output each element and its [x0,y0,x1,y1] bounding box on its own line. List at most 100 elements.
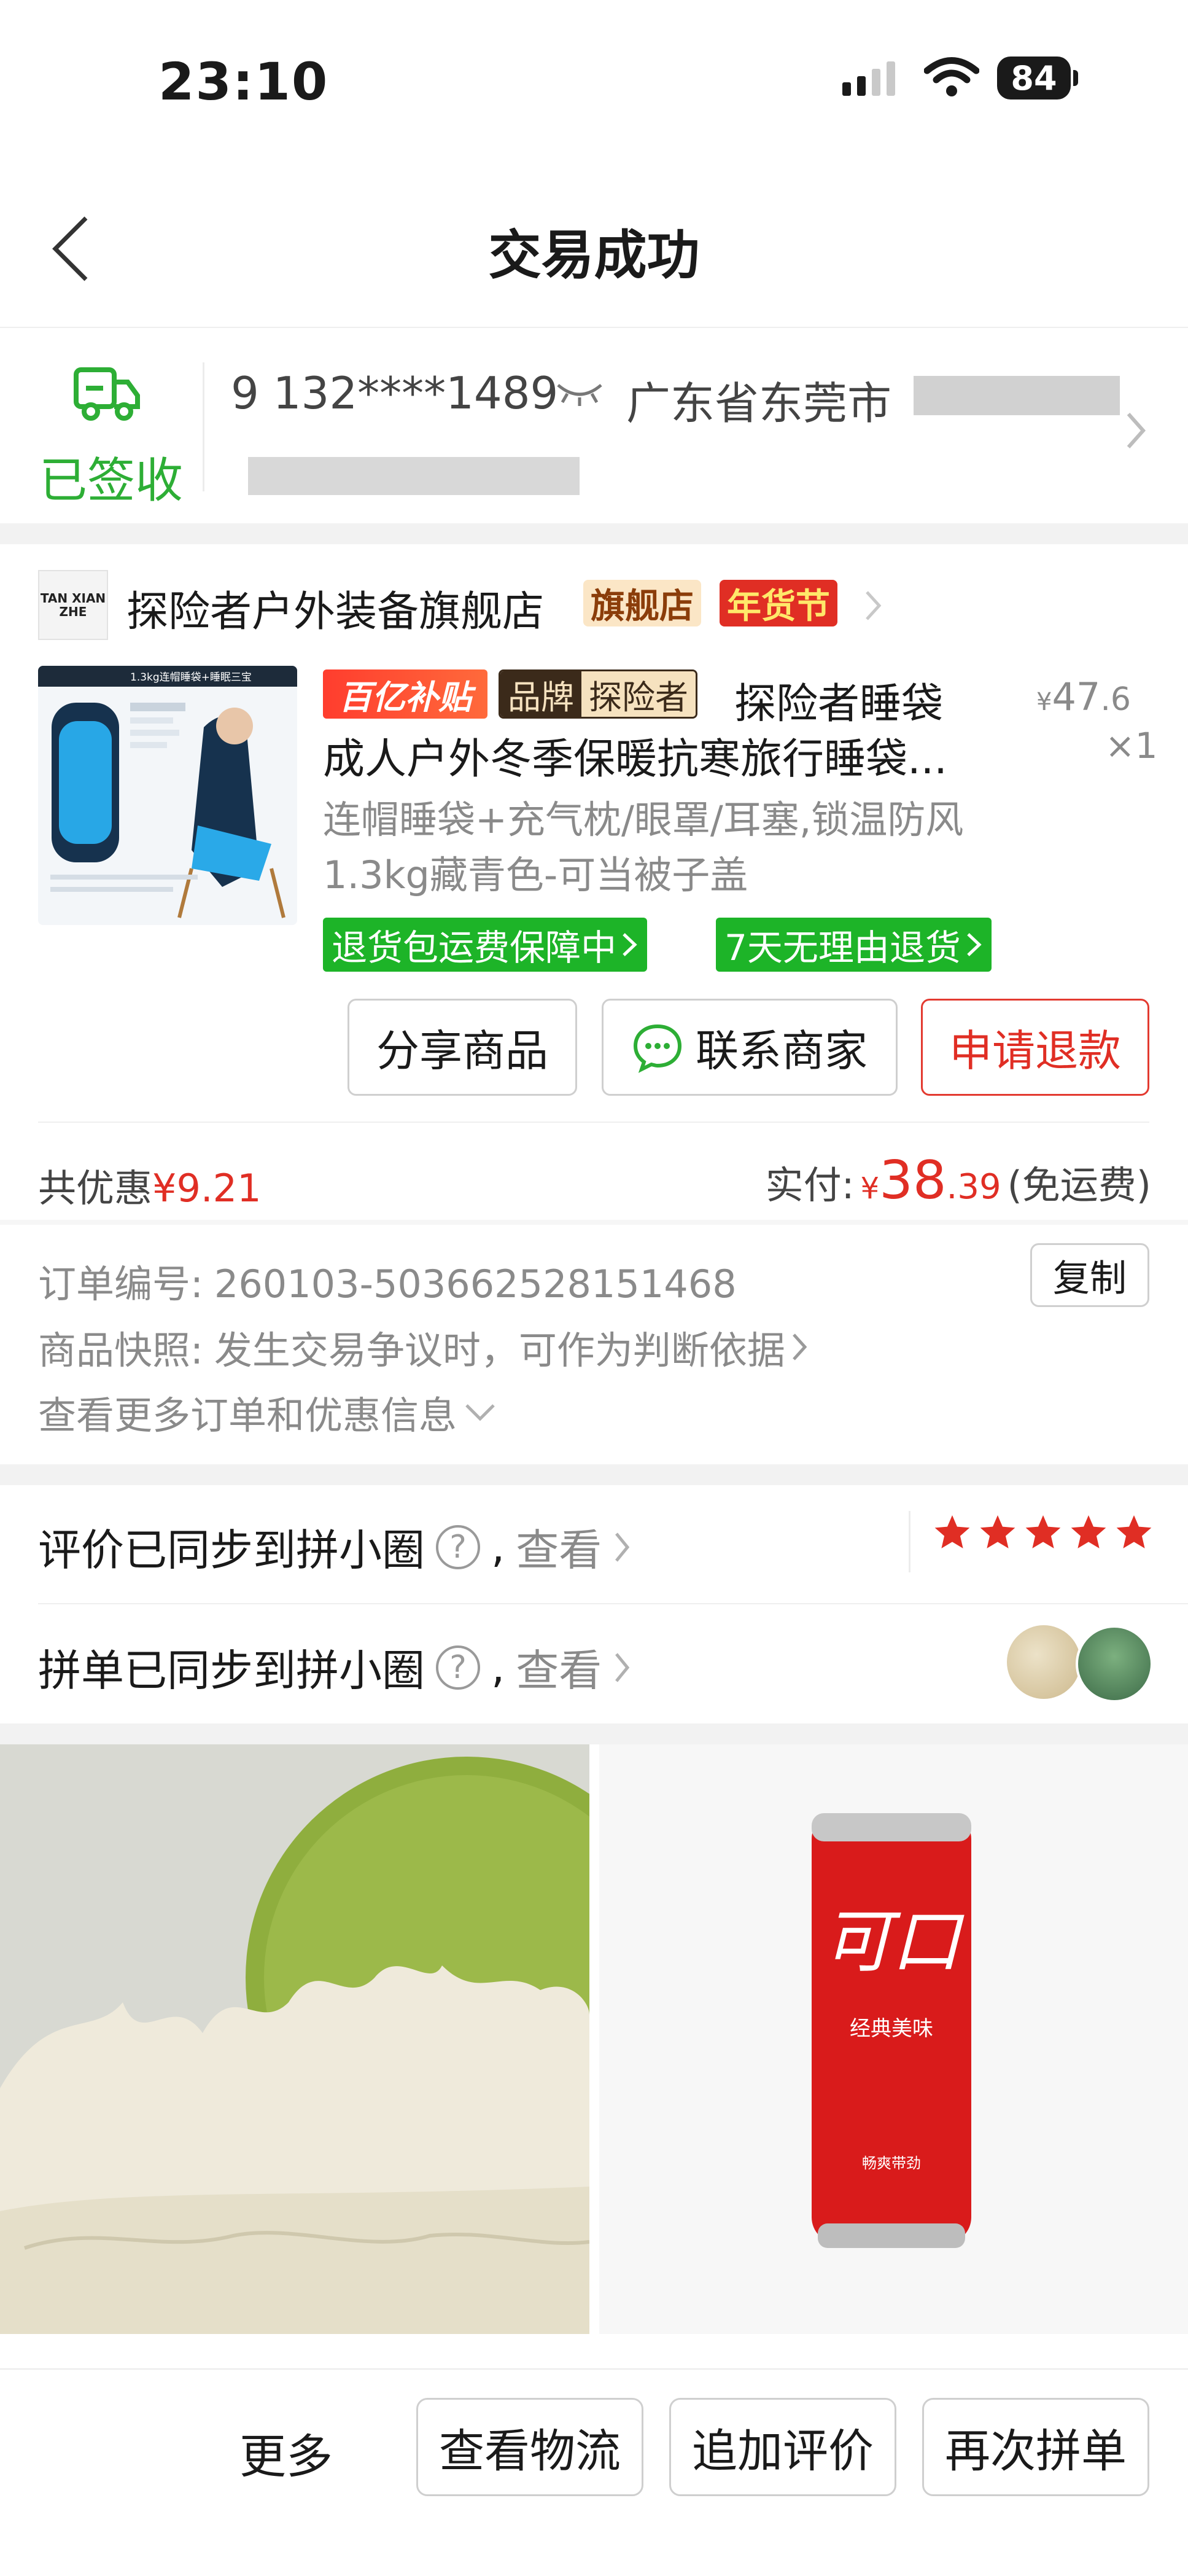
price-currency: ¥ [1036,688,1052,716]
brand-badge-label: 品牌 [500,671,581,717]
chevron-right-icon [967,933,982,956]
chevron-right-icon [793,1333,807,1360]
snapshot-text: 发生交易争议时，可作为判断依据 [214,1328,785,1373]
rating-stars [932,1512,1154,1553]
product-title-line1[interactable]: 探险者睡袋 [734,669,943,730]
more-order-info-label: 查看更多订单和优惠信息 [38,1393,457,1438]
recipient-phone: 9 132****1489 [231,367,559,419]
service-tag-7day[interactable]: 7天无理由退货 [716,918,992,972]
sync-comma: , [491,1642,505,1693]
discount-summary: 共优惠¥9.21 [38,1157,262,1212]
group-view-link[interactable]: 查看 [516,1636,602,1698]
section-gap [0,1723,1188,1744]
price-dec: .6 [1100,681,1131,718]
sync-comma: , [491,1521,505,1572]
share-product-button[interactable]: 分享商品 [347,999,577,1096]
sync-divider [38,1603,1188,1604]
delivery-truck-icon [72,364,141,427]
request-refund-button[interactable]: 申请退款 [921,999,1149,1096]
star-icon [1025,1515,1061,1548]
wifi-icon [923,55,980,101]
avatar[interactable] [1007,1625,1081,1699]
star-icon [1116,1515,1152,1548]
paid-currency: ¥ [860,1171,880,1206]
contact-merchant-button[interactable]: 联系商家 [602,999,898,1096]
payment-divider [38,1122,1149,1123]
contact-merchant-label: 联系商家 [696,1025,868,1076]
snapshot-row[interactable]: 商品快照: 发生交易争议时，可作为判断依据 [38,1319,809,1375]
section-gap [0,523,1188,544]
store-logo[interactable]: TAN XIAN ZHE [38,570,108,640]
discount-label: 共优惠 [38,1166,153,1211]
paid-amount: 实付: ¥38.39 (免运费) [766,1150,1151,1211]
view-logistics-button[interactable]: 查看物流 [416,2398,643,2496]
product-quantity: ×1 [1105,725,1158,767]
product-sku: 连帽睡袋+充气枕/眼罩/耳塞,锁温防风1.3kg藏青色-可当被子盖 [323,797,964,897]
store-logo-text: TAN XIAN ZHE [40,591,106,619]
store-chevron-icon[interactable] [863,588,883,625]
reorder-label: 再次拼单 [945,2424,1127,2478]
address-prefix: 广东省东莞市 [626,378,892,429]
subsidy-badge: 百亿补贴 [323,669,487,719]
cellular-signal-icon [842,61,895,96]
copy-order-button[interactable]: 复制 [1030,1243,1149,1307]
cola-can-text-1: 经典美味 [850,2016,933,2041]
product-image-caption: 1.3kg连帽睡袋+睡眠三宝 [130,671,252,684]
section-gap [0,1220,1188,1225]
chevron-down-icon [465,1404,495,1421]
help-icon[interactable]: ? [436,1645,480,1690]
discount-value: ¥9.21 [152,1166,262,1211]
status-time: 23:10 [158,52,329,112]
avatar[interactable] [1076,1625,1153,1703]
review-view-link[interactable]: 查看 [516,1516,602,1578]
paid-label: 实付: [765,1163,855,1208]
battery-level: 84 [1011,58,1057,98]
address-blurred [914,376,1120,415]
price-int: 47 [1052,674,1101,719]
star-icon [980,1515,1015,1548]
flagship-tag: 旗舰店 [583,580,701,626]
service-tag-freight-label: 退货包运费保障中 [332,927,617,969]
chat-bubble-icon [633,1024,682,1073]
section-gap [0,1464,1188,1485]
eye-closed-icon[interactable] [555,378,604,411]
service-tag-freight[interactable]: 退货包运费保障中 [323,918,648,972]
product-image[interactable]: 1.3kg连帽睡袋+睡眠三宝 [38,666,297,925]
recommended-product-pomelo[interactable] [0,1744,589,2334]
group-sync-row[interactable]: 拼单已同步到拼小圈 ? , 查看 [38,1636,631,1698]
star-icon [934,1515,970,1548]
order-number-row: 订单编号: 260103-503662528151468 [38,1253,737,1308]
cola-brand-text: 可口 [823,1902,965,1982]
request-refund-label: 申请退款 [949,1025,1121,1076]
product-title-line2[interactable]: 成人户外冬季保暖抗寒旅行睡袋... [323,725,947,786]
store-name[interactable]: 探险者户外装备旗舰店 [126,577,544,638]
festival-tag: 年货节 [720,580,837,626]
battery-icon: 84 [997,57,1071,100]
recommended-product-cola[interactable]: 可口 经典美味 畅爽带劲 [599,1744,1188,2334]
star-icon [1071,1515,1106,1548]
chevron-right-icon [623,933,637,956]
battery-tip [1073,70,1078,86]
rating-divider [909,1511,910,1572]
chevron-right-icon [615,1532,630,1562]
product-price: ¥47.6 [1036,674,1131,719]
page-title: 交易成功 [488,225,700,286]
delivery-status: 已签收 [39,453,184,509]
reorder-button[interactable]: 再次拼单 [922,2398,1149,2496]
help-icon[interactable]: ? [436,1524,480,1569]
brand-badge-name: 探险者 [581,671,696,717]
add-review-button[interactable]: 追加评价 [669,2398,896,2496]
service-tag-7day-label: 7天无理由退货 [724,927,961,969]
shipping-note: (免运费) [1007,1163,1151,1208]
order-number: 260103-503662528151468 [214,1262,737,1306]
brand-badge: 品牌 探险者 [499,669,697,719]
paid-dec: .39 [946,1167,1001,1207]
add-review-label: 追加评价 [692,2424,874,2478]
more-button[interactable]: 更多 [239,2419,333,2486]
group-sync-text: 拼单已同步到拼小圈 [38,1645,425,1696]
more-order-info[interactable]: 查看更多订单和优惠信息 [38,1384,497,1440]
review-sync-text: 评价已同步到拼小圈 [38,1525,425,1575]
address-blurred-line2 [248,457,580,495]
view-logistics-label: 查看物流 [439,2424,621,2478]
review-sync-row[interactable]: 评价已同步到拼小圈 ? , 查看 [38,1516,631,1578]
